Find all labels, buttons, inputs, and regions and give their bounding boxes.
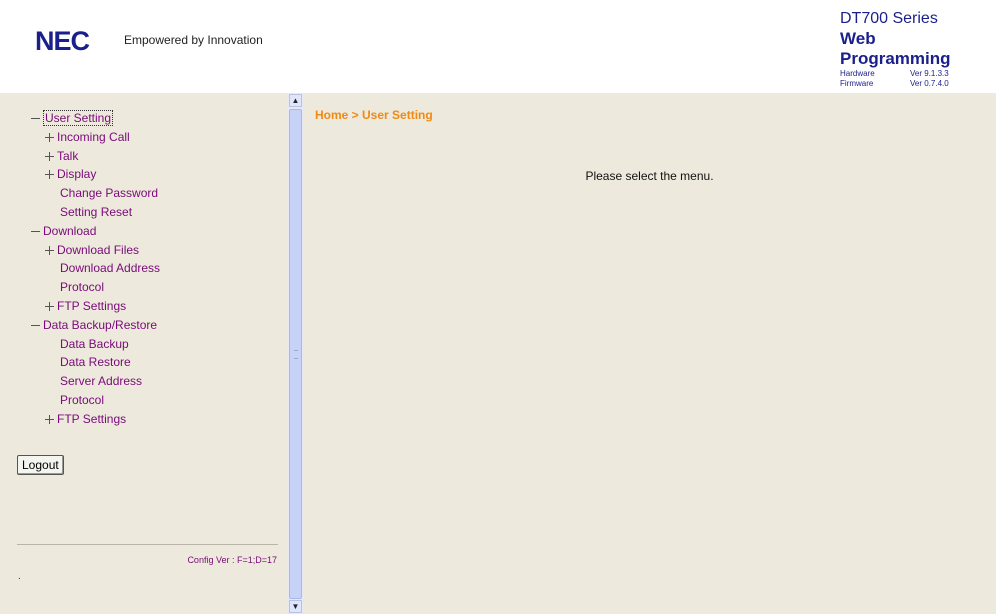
collapse-icon[interactable] (31, 114, 40, 123)
menu-label[interactable]: User Setting (43, 110, 114, 126)
menu-setting-reset[interactable]: Setting Reset (31, 203, 160, 222)
menu-ftp-settings-backup[interactable]: FTP Settings (31, 410, 160, 429)
menu-server-address[interactable]: Server Address (31, 372, 160, 391)
scroll-down-icon[interactable]: ▼ (289, 600, 302, 613)
menu-protocol-download[interactable]: Protocol (31, 278, 160, 297)
menu-label[interactable]: FTP Settings (57, 299, 126, 313)
firmware-version-row: Firmware Ver 0.7.4.0 (840, 79, 990, 89)
hardware-version: Ver 9.1.3.3 (910, 69, 949, 78)
menu-label[interactable]: Display (57, 167, 96, 181)
divider (17, 544, 278, 545)
menu-label[interactable]: Data Backup (60, 337, 129, 351)
hardware-version-row: Hardware Ver 9.1.3.3 (840, 69, 990, 79)
sidebar-scrollbar[interactable]: ▲ ▼ (288, 93, 303, 614)
menu-ftp-settings-download[interactable]: FTP Settings (31, 297, 160, 316)
menu-data-backup-restore[interactable]: Data Backup/Restore (31, 316, 160, 335)
menu-label[interactable]: Setting Reset (60, 205, 132, 219)
tagline: Empowered by Innovation (124, 33, 263, 47)
menu-tree: User Setting Incoming Call Talk Display … (31, 109, 160, 429)
scrollbar-thumb[interactable] (289, 109, 302, 599)
logout-button[interactable]: Logout (17, 455, 64, 475)
series-title: DT700 Series (840, 10, 938, 27)
expand-icon[interactable] (45, 245, 54, 255)
footer-dot: . (18, 571, 21, 582)
scroll-up-icon[interactable]: ▲ (289, 94, 302, 107)
sidebar: User Setting Incoming Call Talk Display … (0, 93, 288, 614)
web-programming-title: Web Programming (840, 29, 951, 68)
expand-icon[interactable] (45, 151, 54, 161)
firmware-version: Ver 0.7.4.0 (910, 79, 949, 88)
config-version: Config Ver : F=1;D=17 (187, 555, 277, 565)
menu-label[interactable]: Server Address (60, 374, 142, 388)
collapse-icon[interactable] (31, 321, 40, 330)
breadcrumb: Home > User Setting (315, 108, 433, 122)
menu-display[interactable]: Display (31, 165, 160, 184)
menu-protocol-backup[interactable]: Protocol (31, 391, 160, 410)
menu-label[interactable]: Download Files (57, 243, 139, 257)
header: NEC Empowered by Innovation DT700 Series… (0, 0, 996, 93)
menu-label[interactable]: Change Password (60, 186, 158, 200)
expand-icon[interactable] (45, 132, 54, 142)
menu-label[interactable]: Protocol (60, 280, 104, 294)
menu-label[interactable]: Data Restore (60, 355, 131, 369)
grip-icon (294, 350, 298, 359)
menu-download-files[interactable]: Download Files (31, 241, 160, 260)
hardware-label: Hardware (840, 69, 875, 78)
collapse-icon[interactable] (31, 227, 40, 236)
menu-data-backup[interactable]: Data Backup (31, 335, 160, 354)
product-info: DT700 Series Web Programming Hardware Ver… (840, 10, 990, 89)
menu-label[interactable]: Download Address (60, 261, 160, 275)
menu-label[interactable]: Protocol (60, 393, 104, 407)
expand-icon[interactable] (45, 170, 54, 180)
menu-user-setting[interactable]: User Setting (31, 109, 160, 128)
menu-incoming-call[interactable]: Incoming Call (31, 128, 160, 147)
menu-label[interactable]: Talk (57, 149, 78, 163)
menu-label[interactable]: Incoming Call (57, 130, 130, 144)
menu-label[interactable]: Data Backup/Restore (43, 318, 157, 332)
menu-talk[interactable]: Talk (31, 147, 160, 166)
menu-download[interactable]: Download (31, 222, 160, 241)
firmware-label: Firmware (840, 79, 874, 88)
nec-logo: NEC (35, 26, 90, 56)
select-menu-message: Please select the menu. (585, 169, 714, 183)
menu-data-restore[interactable]: Data Restore (31, 353, 160, 372)
menu-label[interactable]: Download (43, 224, 96, 238)
expand-icon[interactable] (45, 301, 54, 311)
menu-label[interactable]: FTP Settings (57, 412, 126, 426)
menu-download-address[interactable]: Download Address (31, 259, 160, 278)
main-content: Home > User Setting Please select the me… (303, 93, 996, 614)
menu-change-password[interactable]: Change Password (31, 184, 160, 203)
expand-icon[interactable] (45, 414, 54, 424)
